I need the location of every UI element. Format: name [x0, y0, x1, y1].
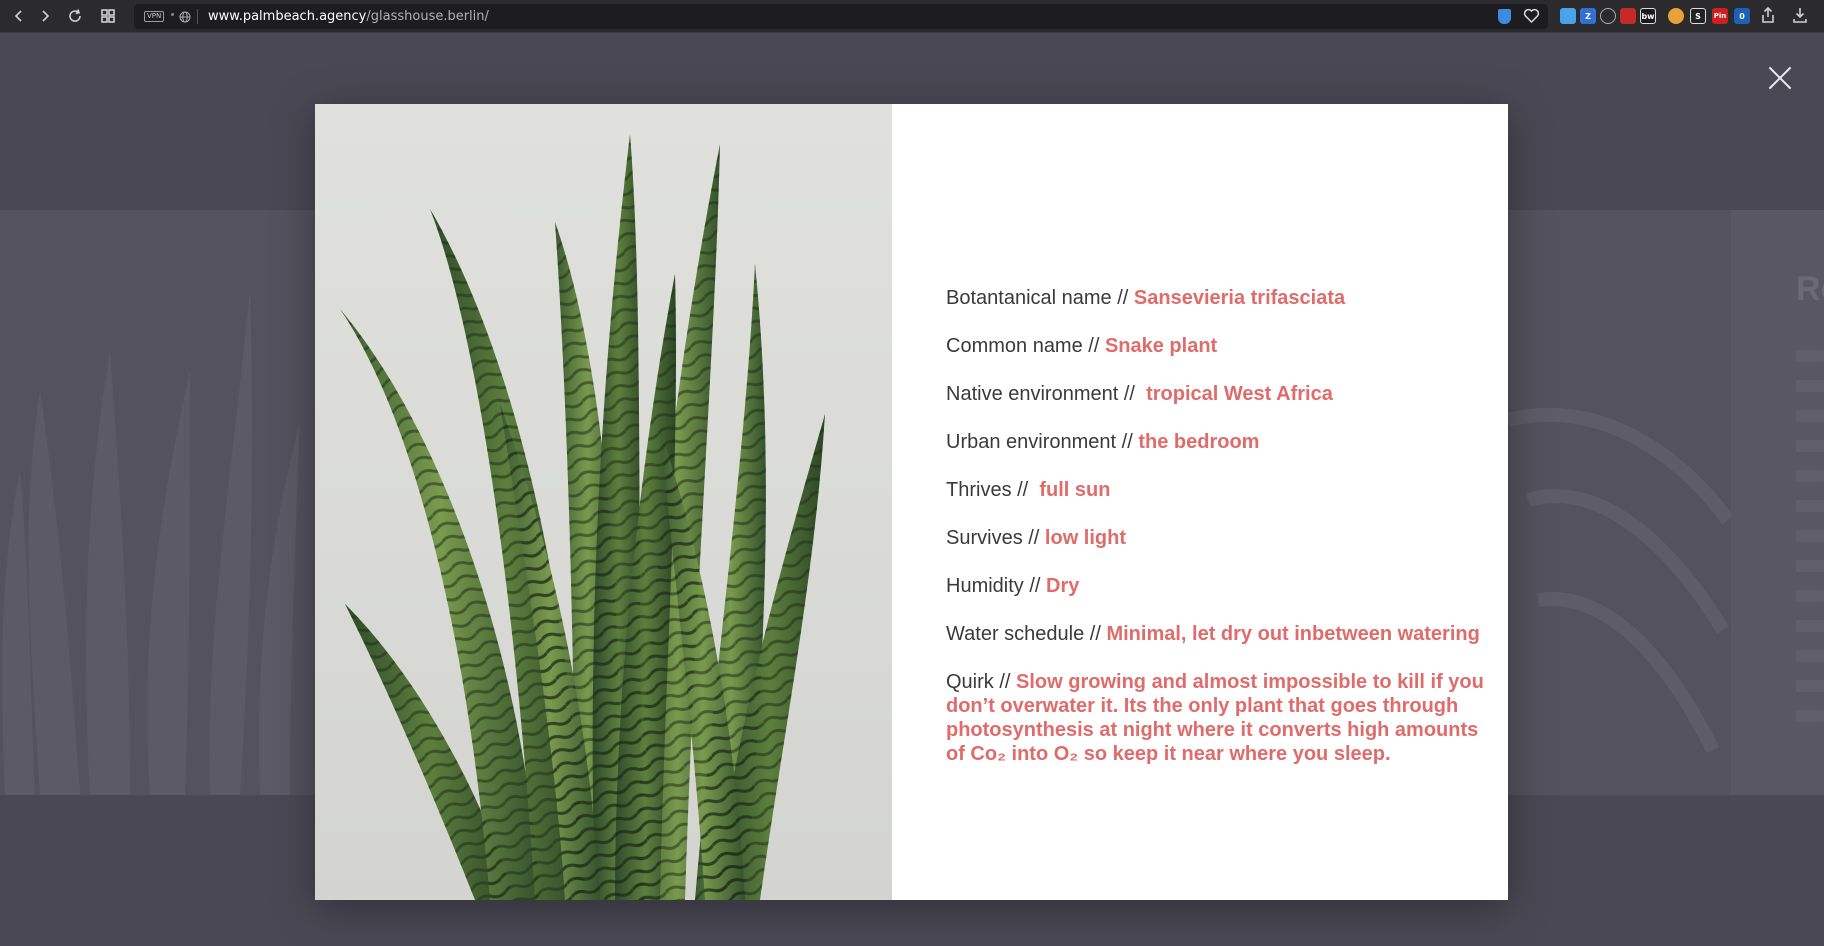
url-domain: www.palmbeach.agency — [208, 9, 367, 24]
plant-info: Botantanical name // Sansevieria trifasc… — [946, 286, 1486, 790]
globe-icon — [179, 10, 191, 28]
info-value: Snake plant — [1104, 335, 1218, 357]
info-label: Common name // — [946, 335, 1105, 357]
address-bar[interactable]: VPN www.palmbeach.agency/glasshouse.berl… — [134, 4, 1548, 29]
info-value: tropical West Africa — [1146, 383, 1333, 405]
extension-pin-icon[interactable]: Pin — [1712, 8, 1728, 24]
snake-plant-photo — [315, 104, 892, 900]
info-row-common-name: Common name // Snake plant — [946, 334, 1486, 358]
reload-icon[interactable] — [64, 6, 86, 26]
extension-page-icon[interactable] — [1560, 8, 1576, 24]
extension-bw-icon[interactable]: bw — [1640, 8, 1656, 24]
extension-s-icon[interactable]: S — [1690, 8, 1706, 24]
info-label: Quirk // — [946, 671, 1017, 693]
background-heading: Re — [1796, 270, 1824, 308]
tabs-grid-icon[interactable] — [97, 6, 119, 26]
plant-detail-modal: Botantanical name // Sansevieria trifasc… — [315, 104, 1508, 900]
extension-counter-icon[interactable]: 0 — [1734, 8, 1750, 24]
extension-red-icon[interactable] — [1620, 8, 1636, 24]
url-path: /glasshouse.berlin/ — [366, 9, 489, 24]
vpn-badge[interactable]: VPN — [144, 11, 165, 22]
close-icon[interactable] — [1768, 66, 1792, 90]
info-row-urban-environment: Urban environment // the bedroom — [946, 430, 1486, 454]
url-divider — [197, 9, 198, 24]
info-row-humidity: Humidity // Dry — [946, 574, 1486, 598]
heart-icon[interactable] — [1523, 8, 1540, 29]
info-value: Dry — [1046, 575, 1080, 597]
info-row-thrives: Thrives // full sun — [946, 478, 1486, 502]
background-plant-image — [2, 290, 300, 795]
info-label: Native environment // — [946, 383, 1147, 405]
info-label: Humidity // — [946, 575, 1047, 597]
url-text[interactable]: www.palmbeach.agency/glasshouse.berlin/ — [208, 9, 489, 25]
info-label: Survives // — [946, 527, 1045, 549]
info-value: Sansevieria trifasciata — [1133, 287, 1346, 309]
info-label: Botantanical name // — [946, 287, 1134, 309]
info-row-survives: Survives // low light — [946, 526, 1486, 550]
info-label: Water schedule // — [946, 623, 1107, 645]
forward-icon[interactable] — [34, 6, 56, 26]
info-value: full sun — [1039, 479, 1111, 501]
extension-circle-icon[interactable] — [1600, 8, 1616, 24]
info-label: Urban environment // — [946, 431, 1139, 453]
info-value: low light — [1044, 527, 1127, 549]
browser-toolbar: VPN www.palmbeach.agency/glasshouse.berl… — [0, 0, 1824, 33]
shield-icon[interactable] — [1498, 9, 1511, 24]
download-icon[interactable] — [1789, 5, 1811, 25]
info-row-quirk: Quirk // Slow growing and almost impossi… — [946, 670, 1486, 766]
info-label: Thrives // — [946, 479, 1040, 501]
info-value: the bedroom — [1138, 431, 1260, 453]
share-icon[interactable] — [1757, 5, 1779, 25]
info-value: Minimal, let dry out inbetween watering — [1106, 623, 1480, 645]
back-icon[interactable] — [8, 6, 30, 26]
background-palm-image — [1508, 407, 1731, 754]
extension-cookie-icon[interactable] — [1668, 8, 1684, 24]
info-row-native-environment: Native environment // tropical West Afri… — [946, 382, 1486, 406]
extension-z-icon[interactable]: Z — [1580, 8, 1596, 24]
url-separator-dot — [171, 13, 174, 16]
info-row-water-schedule: Water schedule // Minimal, let dry out i… — [946, 622, 1486, 646]
info-value: Slow growing and almost impossible to ki… — [946, 671, 1484, 765]
info-row-botanical-name: Botantanical name // Sansevieria trifasc… — [946, 286, 1486, 310]
